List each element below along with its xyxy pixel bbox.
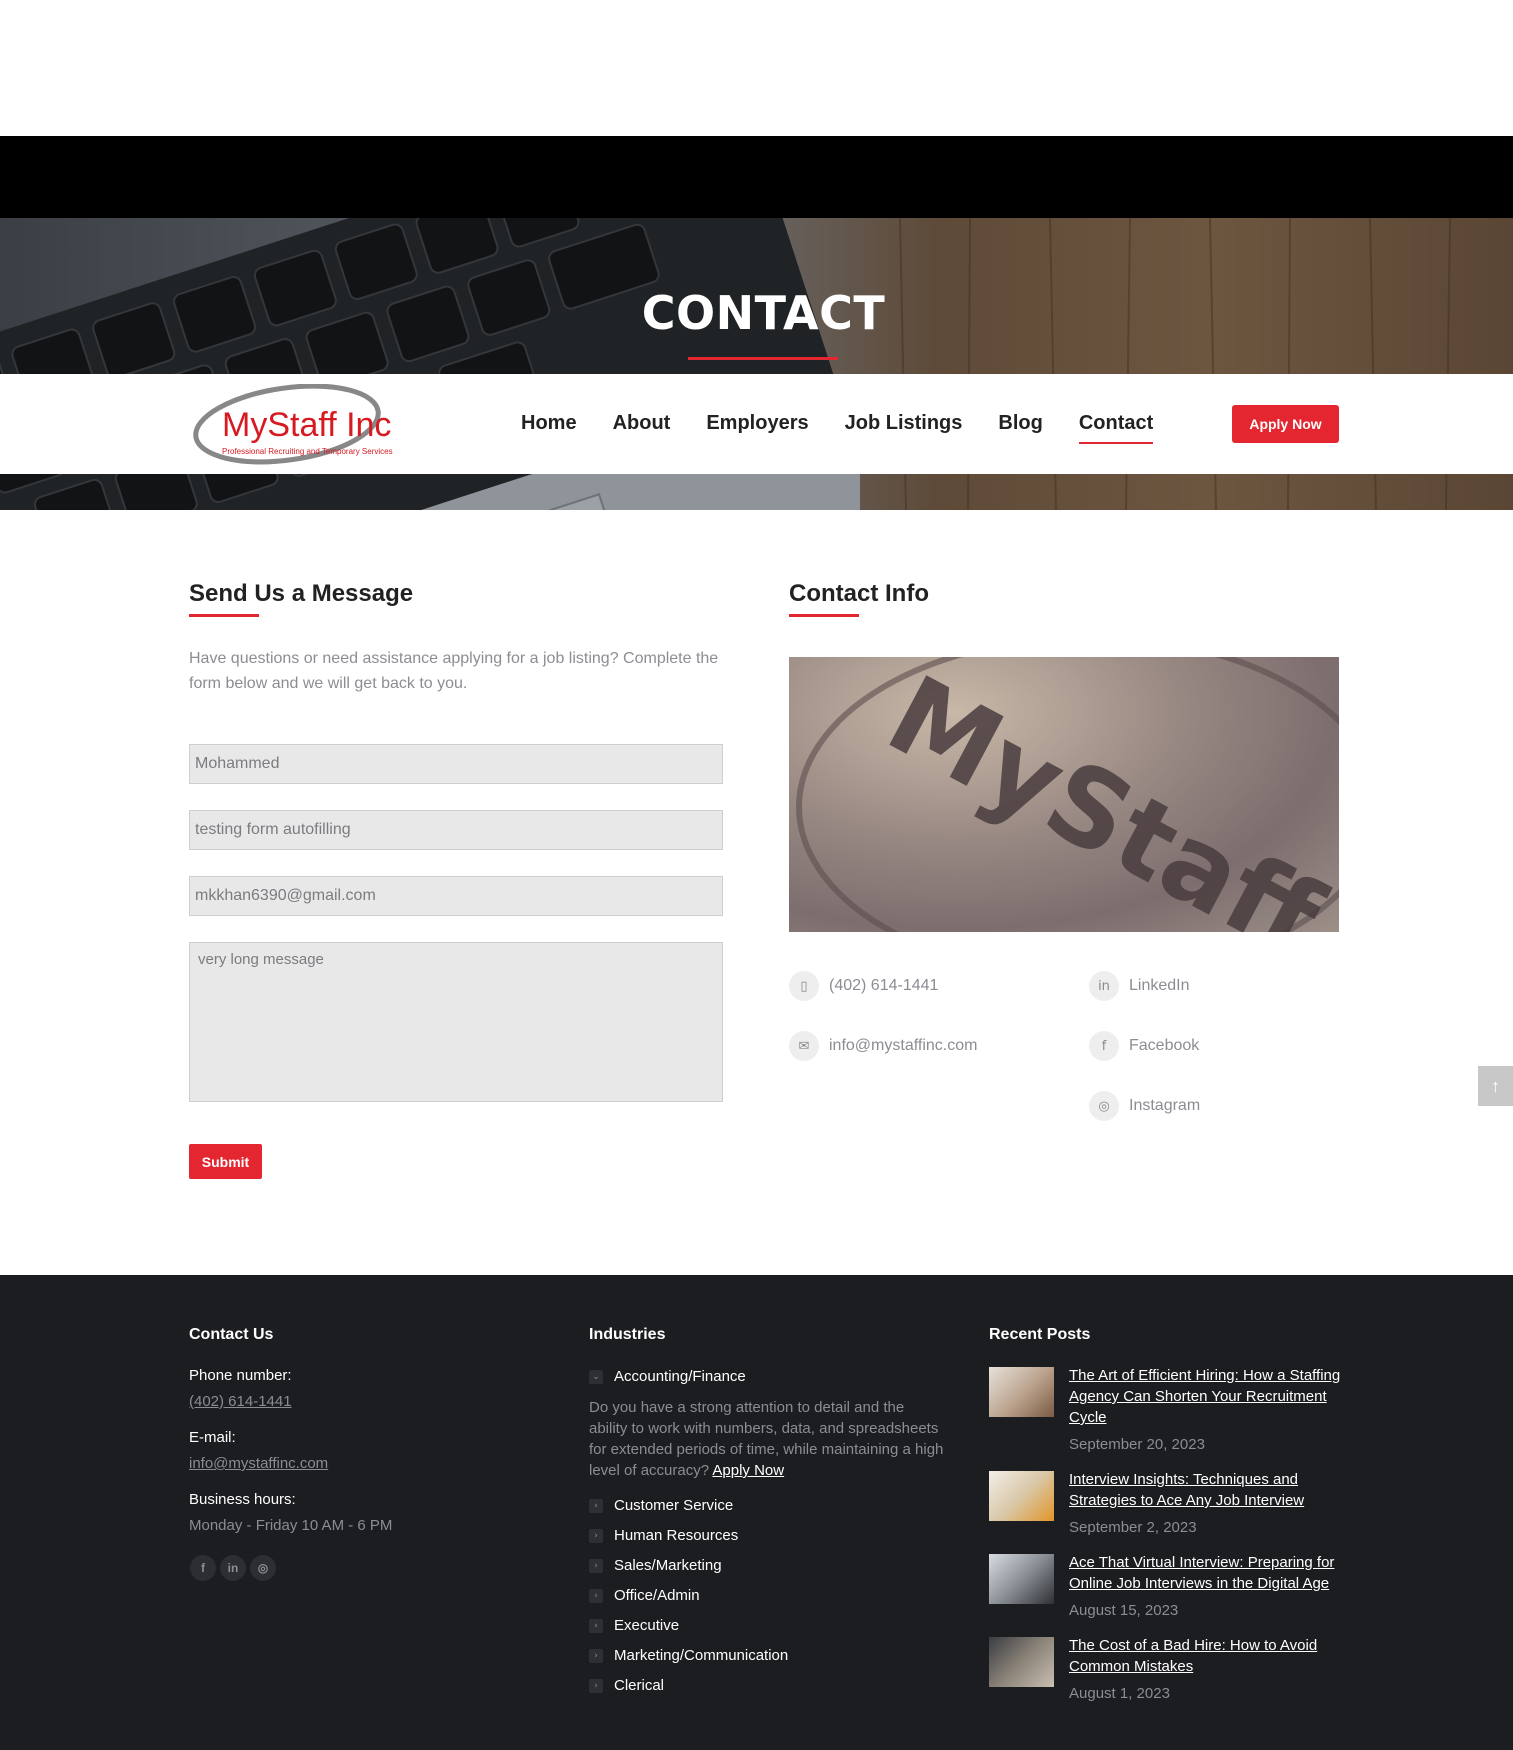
phone-text: (402) 614-1441 bbox=[829, 977, 939, 994]
chevron-right-icon: › bbox=[589, 1618, 603, 1633]
industry-item[interactable]: › Human Resources bbox=[589, 1527, 738, 1544]
nav-about[interactable]: About bbox=[613, 412, 671, 435]
envelope-icon: ✉ bbox=[789, 1031, 819, 1061]
contact-info-heading: Contact Info bbox=[789, 580, 929, 607]
linkedin-icon: in bbox=[1089, 971, 1119, 1001]
footer-industries-heading: Industries bbox=[589, 1326, 666, 1343]
submit-button[interactable]: Submit bbox=[189, 1144, 262, 1179]
form-heading-underline bbox=[189, 614, 259, 617]
footer-linkedin-icon[interactable]: in bbox=[220, 1555, 246, 1581]
instagram-item[interactable]: ◎ Instagram bbox=[1089, 1091, 1200, 1121]
contact-info-underline bbox=[789, 614, 859, 617]
post-thumbnail[interactable] bbox=[989, 1471, 1054, 1521]
footer-phone-label: Phone number: bbox=[189, 1367, 292, 1384]
main-nav: Home About Employers Job Listings Blog C… bbox=[521, 412, 1154, 444]
chevron-right-icon: › bbox=[589, 1528, 603, 1543]
form-intro: Have questions or need assistance applyi… bbox=[189, 650, 719, 692]
mystaff-sign-photo: MyStaff bbox=[789, 657, 1339, 932]
svg-text:Professional Recruiting and Te: Professional Recruiting and Temporary Se… bbox=[222, 447, 393, 456]
chevron-right-icon: › bbox=[589, 1558, 603, 1573]
name-field[interactable] bbox=[189, 744, 723, 784]
linkedin-text: LinkedIn bbox=[1129, 977, 1190, 994]
phone-item[interactable]: ▯ (402) 614-1441 bbox=[789, 971, 938, 1001]
page-title: CONTACT bbox=[641, 286, 886, 340]
post-date: August 1, 2023 bbox=[1069, 1685, 1170, 1702]
apply-now-button[interactable]: Apply Now bbox=[1232, 405, 1339, 443]
industry-item[interactable]: › Marketing/Communication bbox=[589, 1647, 788, 1664]
post-thumbnail[interactable] bbox=[989, 1367, 1054, 1417]
footer-contact-heading: Contact Us bbox=[189, 1326, 274, 1343]
footer-instagram-icon[interactable]: ◎ bbox=[250, 1555, 276, 1581]
form-heading: Send Us a Message bbox=[189, 580, 414, 607]
industry-item[interactable]: › Clerical bbox=[589, 1677, 664, 1694]
nav-blog[interactable]: Blog bbox=[998, 412, 1042, 435]
chevron-right-icon: › bbox=[589, 1678, 603, 1693]
nav-employers[interactable]: Employers bbox=[706, 412, 808, 435]
footer-email-link[interactable]: info@mystaffinc.com bbox=[189, 1455, 328, 1472]
post-title-link[interactable]: Interview Insights: Techniques and Strat… bbox=[1069, 1469, 1341, 1511]
post-date: September 2, 2023 bbox=[1069, 1519, 1197, 1536]
footer-email-label: E-mail: bbox=[189, 1429, 236, 1446]
industry-apply-link[interactable]: Apply Now bbox=[712, 1462, 784, 1479]
industry-description: Do you have a strong attention to detail… bbox=[589, 1399, 944, 1479]
industry-item[interactable]: › Sales/Marketing bbox=[589, 1557, 722, 1574]
title-underline bbox=[688, 357, 838, 360]
chevron-down-icon: ⌄ bbox=[589, 1369, 603, 1384]
nav-job-listings[interactable]: Job Listings bbox=[845, 412, 963, 435]
email-item[interactable]: ✉ info@mystaffinc.com bbox=[789, 1031, 977, 1061]
post-date: August 15, 2023 bbox=[1069, 1602, 1179, 1619]
industry-item[interactable]: › Office/Admin bbox=[589, 1587, 700, 1604]
hero-top-band bbox=[0, 136, 1513, 218]
chevron-right-icon: › bbox=[589, 1648, 603, 1663]
footer-posts-heading: Recent Posts bbox=[989, 1326, 1091, 1343]
sign-lettering: MyStaff bbox=[868, 657, 1339, 932]
footer-hours: Monday - Friday 10 AM - 6 PM bbox=[189, 1517, 393, 1534]
message-field[interactable]: very long message bbox=[189, 942, 723, 1102]
nav-contact[interactable]: Contact bbox=[1078, 412, 1154, 444]
industry-item[interactable]: › Customer Service bbox=[589, 1497, 733, 1514]
site-footer bbox=[0, 1275, 1513, 1750]
post-title-link[interactable]: Ace That Virtual Interview: Preparing fo… bbox=[1069, 1552, 1341, 1594]
instagram-icon: ◎ bbox=[1089, 1091, 1119, 1121]
subject-field[interactable] bbox=[189, 810, 723, 850]
post-title-link[interactable]: The Cost of a Bad Hire: How to Avoid Com… bbox=[1069, 1635, 1341, 1677]
footer-facebook-icon[interactable]: f bbox=[190, 1555, 216, 1581]
chevron-right-icon: › bbox=[589, 1498, 603, 1513]
footer-hours-label: Business hours: bbox=[189, 1491, 296, 1508]
post-thumbnail[interactable] bbox=[989, 1637, 1054, 1687]
footer-phone-link[interactable]: (402) 614-1441 bbox=[189, 1393, 292, 1410]
facebook-item[interactable]: f Facebook bbox=[1089, 1031, 1199, 1061]
svg-text:MyStaff Inc: MyStaff Inc bbox=[222, 406, 391, 444]
facebook-icon: f bbox=[1089, 1031, 1119, 1061]
email-field[interactable] bbox=[189, 876, 723, 916]
facebook-text: Facebook bbox=[1129, 1037, 1200, 1054]
scroll-to-top-button[interactable]: ↑ bbox=[1478, 1066, 1513, 1106]
chevron-right-icon: › bbox=[589, 1588, 603, 1603]
arrow-up-icon: ↑ bbox=[1491, 1075, 1500, 1096]
industry-item[interactable]: › Executive bbox=[589, 1617, 679, 1634]
industry-item[interactable]: ⌄ Accounting/Finance bbox=[589, 1368, 746, 1385]
instagram-text: Instagram bbox=[1129, 1097, 1201, 1114]
mystaff-logo[interactable]: MyStaff Inc Professional Recruiting and … bbox=[192, 384, 402, 468]
post-title-link[interactable]: The Art of Efficient Hiring: How a Staff… bbox=[1069, 1365, 1341, 1428]
linkedin-item[interactable]: in LinkedIn bbox=[1089, 971, 1190, 1001]
post-date: September 20, 2023 bbox=[1069, 1436, 1205, 1453]
site-header: MyStaff Inc Professional Recruiting and … bbox=[0, 374, 1513, 474]
post-thumbnail[interactable] bbox=[989, 1554, 1054, 1604]
email-text: info@mystaffinc.com bbox=[829, 1037, 978, 1054]
nav-home[interactable]: Home bbox=[521, 412, 577, 435]
phone-icon: ▯ bbox=[789, 971, 819, 1001]
